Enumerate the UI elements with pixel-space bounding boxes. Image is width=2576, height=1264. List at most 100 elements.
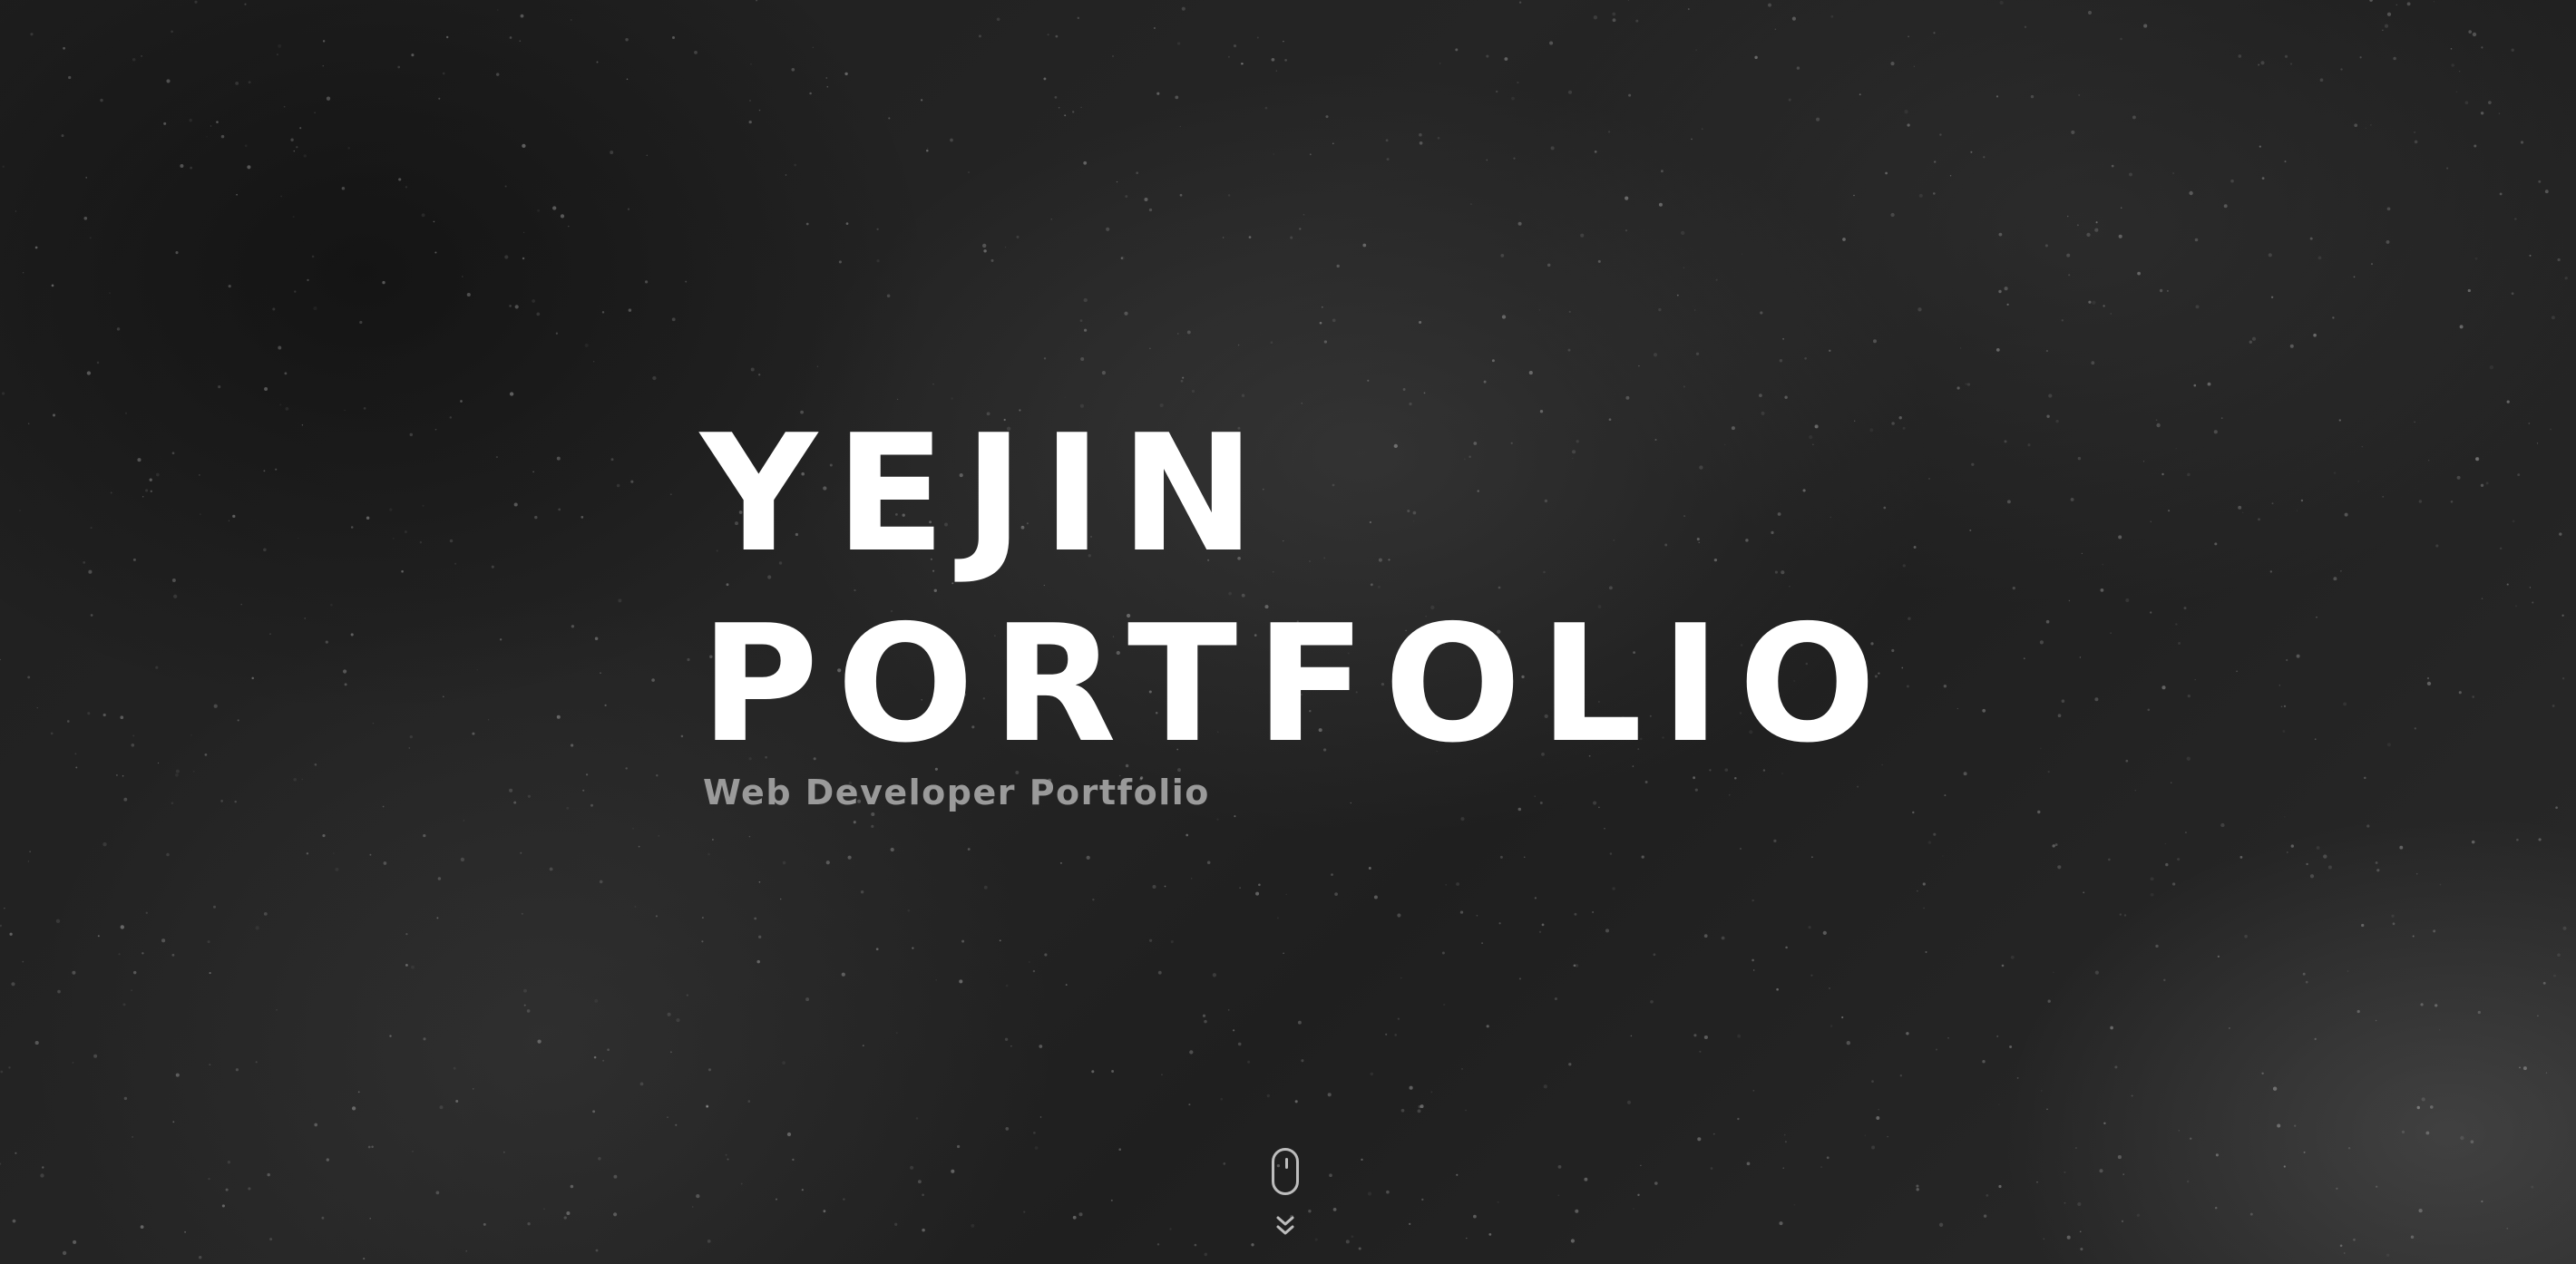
dust-speck xyxy=(756,0,758,2)
dust-speck xyxy=(1633,1208,1634,1210)
dust-speck xyxy=(199,1256,202,1259)
dust-speck xyxy=(15,1152,17,1154)
dust-speck xyxy=(244,3,247,5)
dust-speck xyxy=(175,251,179,255)
dust-speck xyxy=(2416,1105,2421,1110)
dust-speck xyxy=(638,845,640,848)
dust-speck xyxy=(62,1250,67,1256)
dust-speck xyxy=(2036,1181,2038,1183)
dust-speck xyxy=(433,220,435,223)
dust-speck xyxy=(2161,685,2166,690)
dust-speck xyxy=(706,1105,708,1108)
dust-speck xyxy=(466,292,471,297)
dust-speck xyxy=(335,867,339,871)
dust-speck xyxy=(2129,172,2132,177)
dust-speck xyxy=(2309,237,2313,240)
dust-speck xyxy=(1321,306,1323,308)
dust-speck xyxy=(1518,977,1521,980)
dust-speck xyxy=(1934,160,1937,163)
dust-speck xyxy=(454,562,457,565)
dust-speck xyxy=(1630,1035,1633,1037)
dust-speck xyxy=(2214,542,2218,546)
dust-speck xyxy=(1495,90,1498,93)
dust-speck xyxy=(2103,1122,2106,1125)
dust-speck xyxy=(669,493,672,496)
dust-speck xyxy=(2347,1147,2351,1150)
dust-speck xyxy=(116,327,121,331)
dust-speck xyxy=(333,852,335,854)
dust-speck xyxy=(2284,816,2286,818)
dust-speck xyxy=(2538,180,2542,183)
dust-speck xyxy=(1148,208,1153,212)
dust-speck xyxy=(411,53,415,57)
dust-speck xyxy=(2261,177,2265,180)
dust-speck xyxy=(2006,303,2009,306)
dust-speck xyxy=(290,138,294,141)
dust-speck xyxy=(369,853,372,856)
dust-speck xyxy=(2392,922,2395,926)
dust-speck xyxy=(1175,95,1179,100)
dust-speck xyxy=(2344,512,2348,517)
dust-speck xyxy=(918,1180,922,1184)
dust-speck xyxy=(40,1173,44,1178)
dust-speck xyxy=(2506,400,2510,404)
dust-speck xyxy=(1697,1137,1702,1142)
dust-speck xyxy=(667,1012,671,1016)
dust-speck xyxy=(267,1172,270,1177)
dust-speck xyxy=(293,778,298,782)
dust-speck xyxy=(0,658,1,661)
dust-speck xyxy=(1908,35,1909,38)
dust-speck xyxy=(2313,333,2317,337)
dust-speck xyxy=(655,915,658,918)
dust-speck xyxy=(1776,987,1779,991)
dust-speck xyxy=(956,1144,961,1149)
dust-speck xyxy=(1456,1173,1459,1176)
dust-speck xyxy=(1065,984,1068,987)
dust-speck xyxy=(220,800,223,802)
dust-speck xyxy=(604,704,607,707)
dust-speck xyxy=(838,260,842,264)
dust-speck xyxy=(1149,347,1151,350)
dust-speck xyxy=(2121,1220,2124,1223)
dust-speck xyxy=(2420,1003,2424,1006)
dust-speck xyxy=(1064,396,1066,398)
dust-speck xyxy=(596,61,599,63)
dust-speck xyxy=(601,311,605,314)
dust-speck xyxy=(2150,520,2152,523)
dust-speck xyxy=(826,85,829,88)
dust-speck xyxy=(1829,349,1831,352)
dust-speck xyxy=(2186,756,2191,761)
dust-speck xyxy=(816,365,819,367)
dust-speck xyxy=(2386,207,2391,211)
dust-speck xyxy=(2545,1072,2548,1074)
dust-speck xyxy=(423,833,426,838)
dust-speck xyxy=(521,912,523,915)
dust-speck xyxy=(1983,156,1986,159)
dust-speck xyxy=(2137,271,2141,276)
dust-speck xyxy=(2386,239,2390,244)
dust-speck xyxy=(269,1238,273,1241)
dust-speck xyxy=(1402,388,1406,391)
dust-speck xyxy=(409,734,413,739)
dust-speck xyxy=(2421,1097,2425,1102)
dust-speck xyxy=(2317,256,2322,260)
dust-speck xyxy=(2048,394,2053,398)
dust-speck xyxy=(141,55,142,57)
dust-speck xyxy=(600,672,601,674)
dust-speck xyxy=(2078,93,2081,96)
dust-speck xyxy=(36,707,38,709)
dust-speck xyxy=(1332,142,1334,145)
dust-speck xyxy=(2467,288,2471,293)
dust-speck xyxy=(671,317,676,322)
dust-speck xyxy=(513,801,517,804)
dust-speck xyxy=(1106,227,1110,231)
dust-speck xyxy=(2086,232,2091,238)
dust-speck xyxy=(1216,818,1219,821)
dust-speck xyxy=(2338,419,2341,422)
dust-speck xyxy=(2289,63,2293,65)
dust-speck xyxy=(495,73,500,76)
dust-speck xyxy=(1701,128,1703,131)
scroll-down-indicator[interactable] xyxy=(1272,1148,1303,1248)
dust-speck xyxy=(727,1158,729,1161)
dust-speck xyxy=(1653,953,1656,957)
